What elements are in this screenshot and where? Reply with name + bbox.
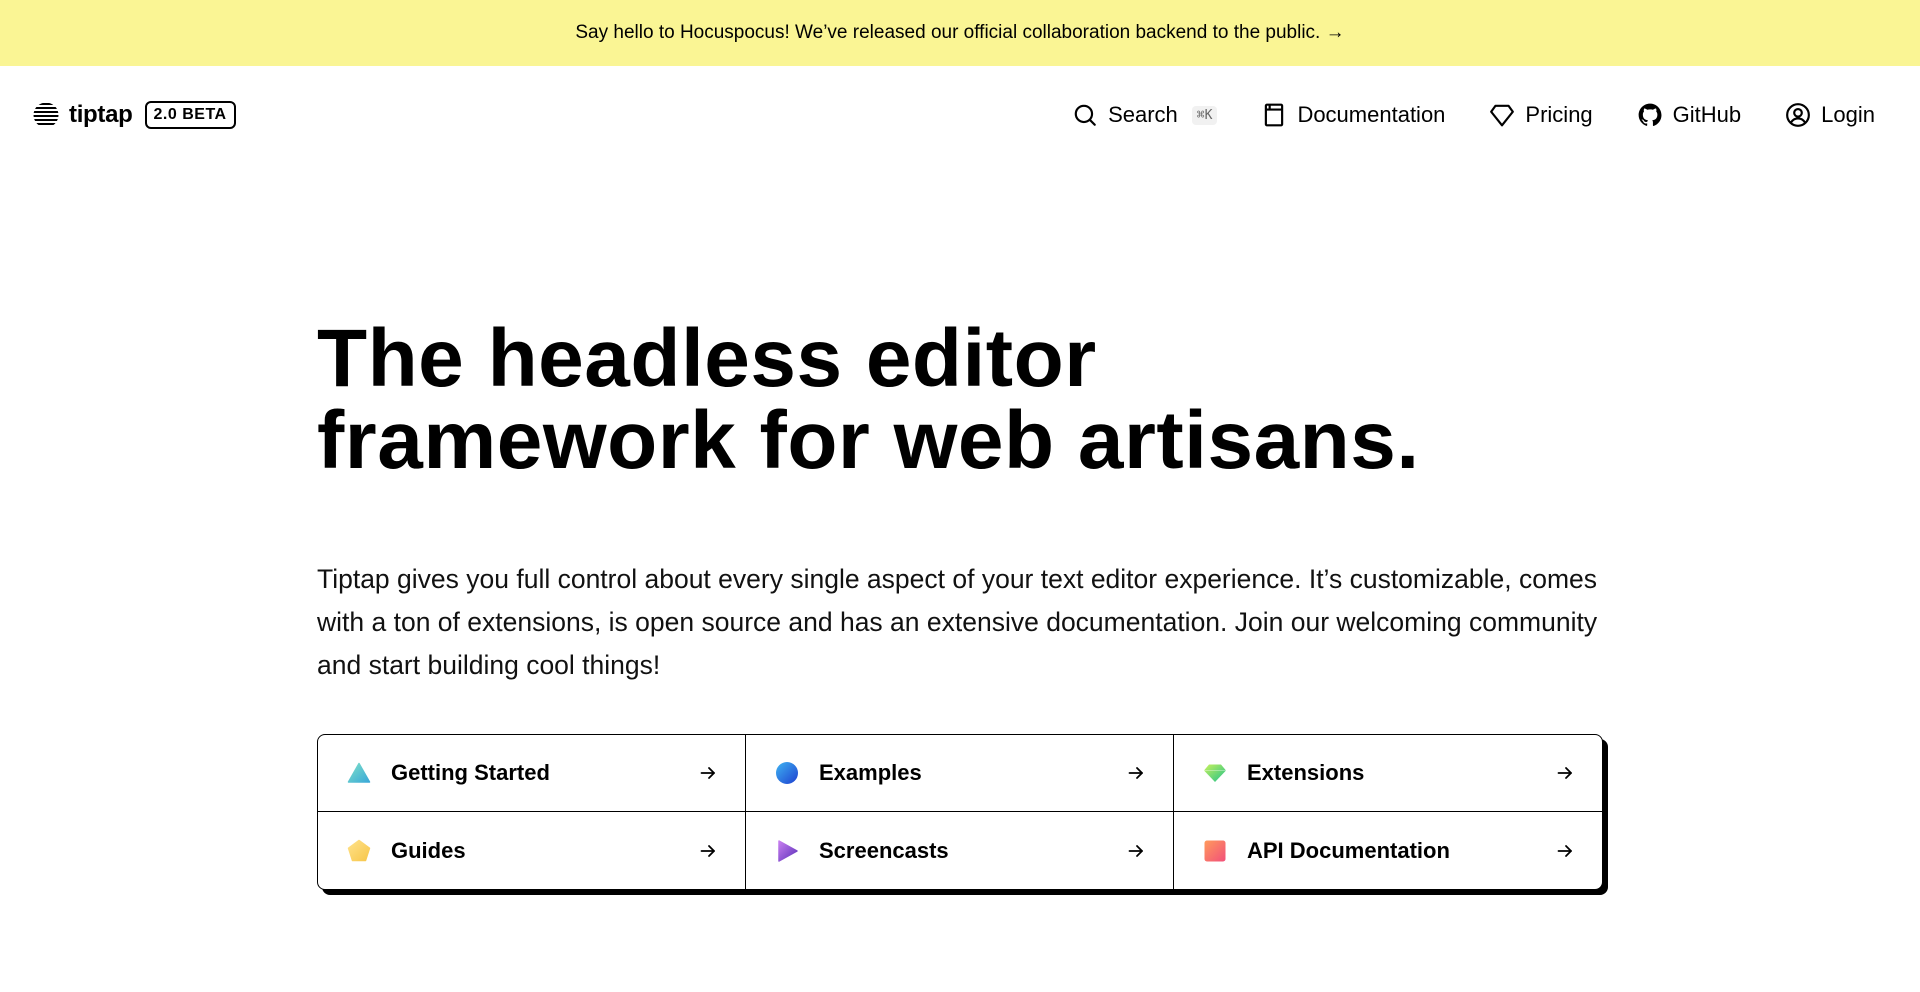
card-api-documentation[interactable]: API Documentation [1174, 812, 1602, 889]
quick-links-grid: Getting Started Examples Extensions Guid [317, 734, 1603, 890]
nav-pricing-link[interactable]: Pricing [1489, 102, 1593, 128]
arrow-right-icon [1557, 844, 1572, 857]
nav-github-label: GitHub [1672, 102, 1742, 127]
nav-documentation-link[interactable]: Documentation [1261, 102, 1445, 128]
brand-home-link[interactable]: tiptap 2.0 BETA [33, 101, 236, 129]
hero-section: The headless editor framework for web ar… [317, 318, 1607, 687]
card-guides[interactable]: Guides [318, 812, 746, 889]
gem-icon [1204, 764, 1226, 782]
nav-pricing-label: Pricing [1525, 102, 1593, 127]
user-circle-icon [1786, 103, 1811, 127]
nav-login-link[interactable]: Login [1785, 102, 1875, 128]
card-label: Screencasts [819, 837, 949, 863]
card-label: Guides [391, 837, 466, 863]
nav-documentation-label: Documentation [1297, 102, 1446, 127]
nav-github-link[interactable]: GitHub [1637, 102, 1741, 128]
nav-search-button[interactable]: Search ⌘K [1072, 102, 1218, 128]
version-badge: 2.0 BETA [144, 101, 236, 129]
tiptap-logo-icon [33, 103, 59, 125]
square-icon [1204, 840, 1226, 861]
arrow-right-icon [1128, 767, 1143, 779]
card-label: Getting Started [391, 760, 550, 785]
hero-description: Tiptap gives you full control about ever… [317, 564, 1598, 680]
arrow-right-icon [1128, 844, 1143, 857]
card-getting-started[interactable]: Getting Started [318, 735, 746, 812]
card-label: Examples [819, 760, 922, 785]
navbar: tiptap 2.0 BETA Search ⌘K Documentation … [0, 66, 1920, 164]
diamond-icon [1490, 104, 1515, 127]
nav-login-label: Login [1821, 102, 1875, 127]
arrow-right-icon [700, 844, 715, 857]
arrow-right-icon [1557, 767, 1572, 779]
card-screencasts[interactable]: Screencasts [746, 812, 1174, 889]
pentagon-icon [347, 839, 371, 861]
hero-title-line-1: The headless editor [317, 313, 1097, 404]
search-shortcut-hint: ⌘K [1191, 105, 1218, 125]
card-extensions[interactable]: Extensions [1174, 735, 1602, 812]
primary-nav: Search ⌘K Documentation Pricing GitHub L… [1072, 102, 1875, 128]
hero-title-line-2: framework for web artisans. [317, 395, 1420, 486]
play-icon [778, 839, 798, 862]
arrow-right-icon [700, 767, 715, 779]
card-examples[interactable]: Examples [746, 735, 1174, 812]
hero-title: The headless editor framework for web ar… [317, 318, 1607, 482]
announcement-link[interactable]: Say hello to Hocuspocus! We’ve released … [575, 22, 1344, 44]
nav-search-label: Search [1108, 102, 1178, 127]
search-icon [1074, 104, 1096, 126]
book-icon [1265, 103, 1284, 127]
card-label: API Documentation [1247, 837, 1450, 863]
announcement-bar: Say hello to Hocuspocus! We’ve released … [0, 0, 1920, 66]
github-icon [1638, 103, 1662, 126]
card-label: Extensions [1247, 760, 1365, 785]
triangle-icon [347, 762, 371, 783]
brand-name: tiptap [69, 101, 133, 128]
circle-icon [776, 762, 798, 784]
